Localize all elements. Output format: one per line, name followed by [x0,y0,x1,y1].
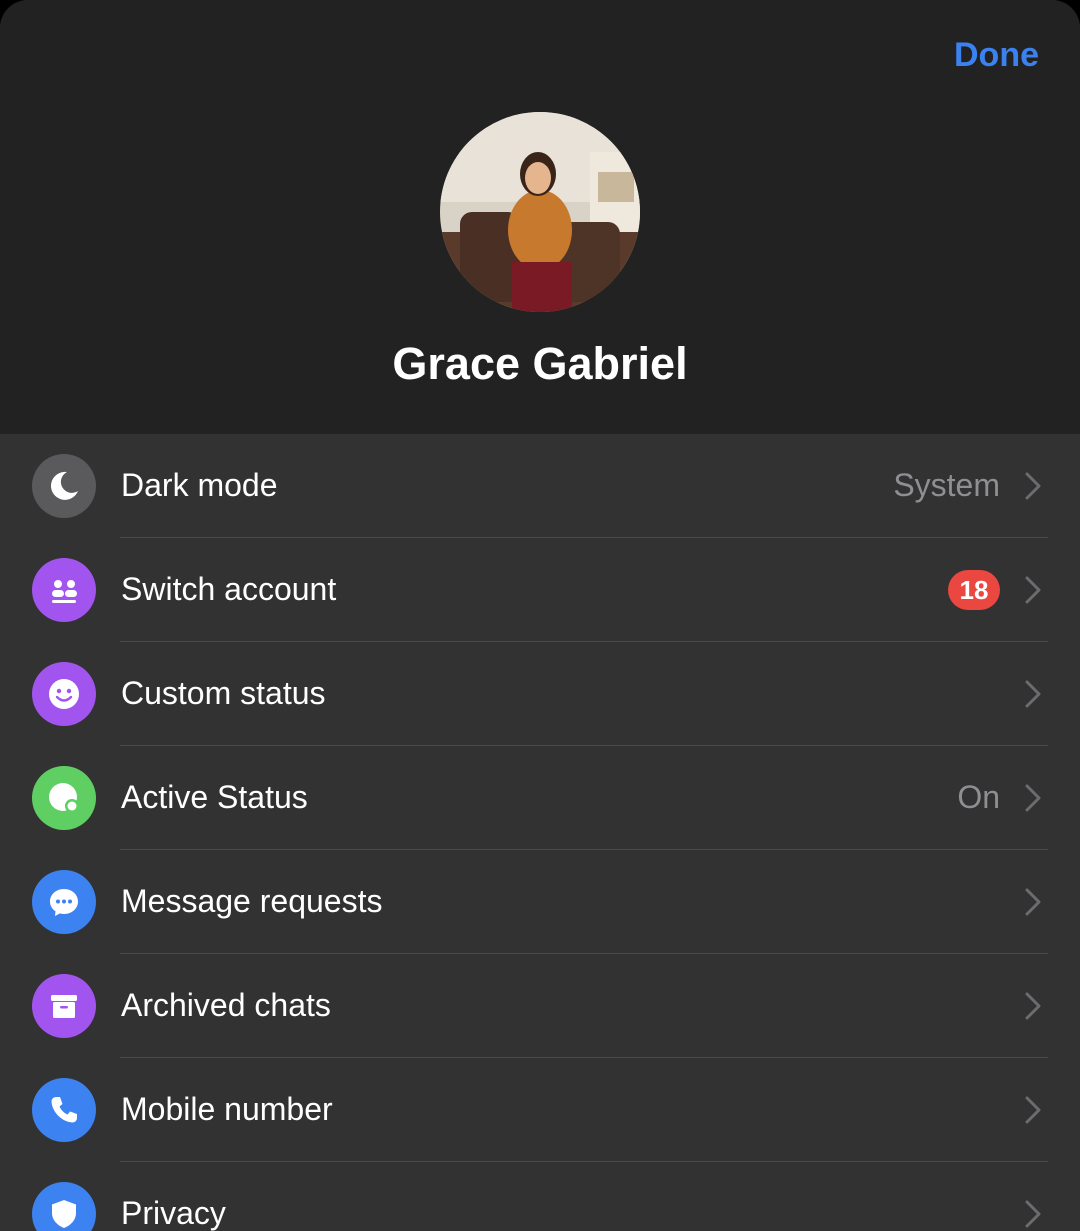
notification-badge: 18 [948,570,1000,610]
smiley-icon [32,662,96,726]
switch-account-icon [32,558,96,622]
active-status-label: Active Status [121,779,308,815]
profile-name: Grace Gabriel [392,338,688,389]
active-status-value: On [957,779,1000,815]
chevron-right-icon [1025,1096,1041,1124]
message-requests-row[interactable]: Message requests [0,850,1080,954]
settings-list: Dark mode System Switch account 18 Custo… [0,434,1080,1231]
avatar[interactable] [440,112,640,312]
mobile-number-row[interactable]: Mobile number [0,1058,1080,1162]
archived-chats-row[interactable]: Archived chats [0,954,1080,1058]
dark-mode-row[interactable]: Dark mode System [0,434,1080,538]
chevron-right-icon [1025,784,1041,812]
archived-chats-label: Archived chats [121,987,331,1023]
chat-bubble-icon [32,870,96,934]
profile-sheet: Done Grace Gabriel Dark mode System Swit… [0,0,1080,1231]
shield-icon [32,1182,96,1231]
chevron-right-icon [1025,576,1041,604]
message-requests-label: Message requests [121,883,383,919]
avatar-photo [440,112,640,312]
chevron-right-icon [1025,472,1041,500]
archive-box-icon [32,974,96,1038]
switch-account-label: Switch account [121,571,337,607]
dark-mode-value: System [893,467,1000,503]
done-button[interactable]: Done [954,36,1039,75]
active-status-row[interactable]: Active Status On [0,746,1080,850]
privacy-label: Privacy [121,1195,226,1231]
mobile-number-label: Mobile number [121,1091,333,1127]
phone-icon [32,1078,96,1142]
privacy-row[interactable]: Privacy [0,1162,1080,1231]
chevron-right-icon [1025,888,1041,916]
profile-header: Done Grace Gabriel [0,0,1080,433]
custom-status-row[interactable]: Custom status [0,642,1080,746]
switch-account-row[interactable]: Switch account 18 [0,538,1080,642]
chevron-right-icon [1025,992,1041,1020]
dark-mode-label: Dark mode [121,467,278,503]
custom-status-label: Custom status [121,675,326,711]
chevron-right-icon [1025,1200,1041,1228]
active-status-icon [32,766,96,830]
moon-icon [32,454,96,518]
chevron-right-icon [1025,680,1041,708]
